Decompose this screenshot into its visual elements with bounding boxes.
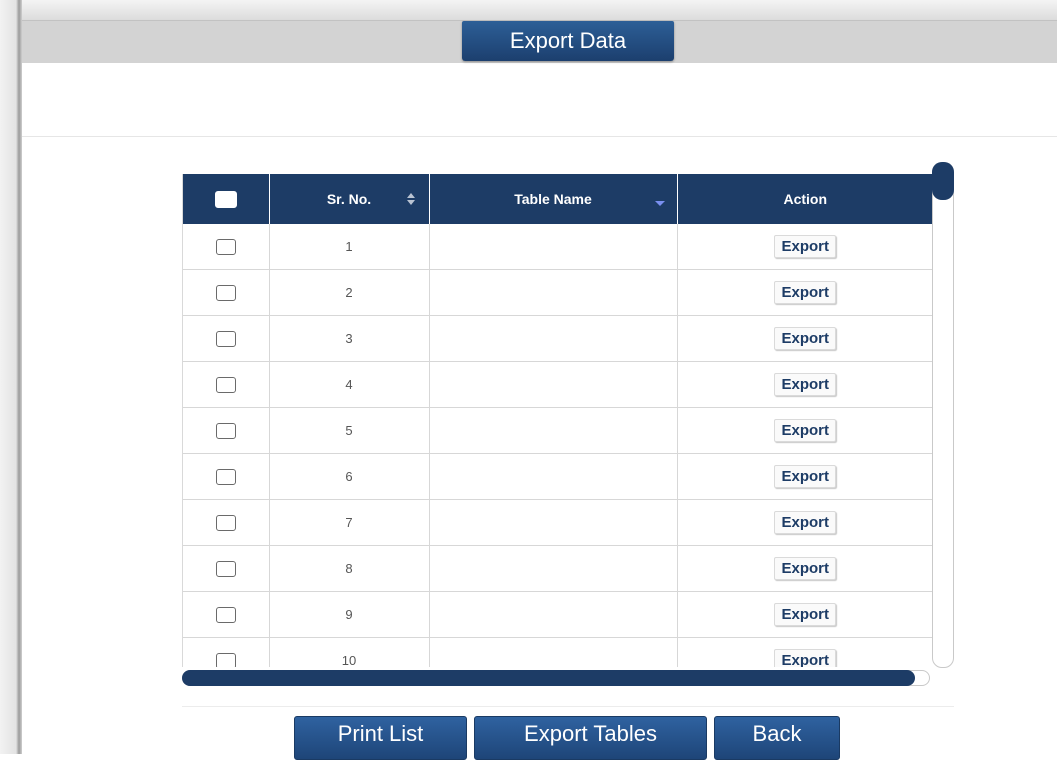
sr-no-header[interactable]: Sr. No.: [269, 174, 430, 224]
back-button[interactable]: Back: [714, 716, 840, 760]
table-name-cell: [429, 407, 678, 454]
header-divider: [22, 136, 1057, 137]
export-button[interactable]: Export: [774, 235, 836, 258]
footer-divider: [182, 706, 954, 707]
sort-both-icon[interactable]: [406, 193, 415, 205]
table-row: 1 Export: [183, 224, 933, 270]
table-row: 6 Export: [183, 453, 933, 500]
sr-no-cell: 9: [269, 591, 430, 638]
select-all-checkbox[interactable]: [214, 190, 237, 208]
action-cell: Export: [677, 453, 933, 500]
table-row: 10 Export: [183, 637, 933, 667]
row-select-cell[interactable]: [183, 361, 270, 408]
row-checkbox[interactable]: [215, 606, 236, 623]
export-button[interactable]: Export: [774, 557, 836, 580]
row-select-cell[interactable]: [183, 545, 270, 592]
window-frame-top: [0, 0, 1057, 20]
table-row: 2 Export: [183, 269, 933, 316]
table-name-cell: [429, 224, 678, 270]
row-select-cell[interactable]: [183, 407, 270, 454]
export-button[interactable]: Export: [774, 649, 836, 667]
export-button[interactable]: Export: [774, 373, 836, 396]
table-container: Sr. No. Table Name Action 1 Export 2 Export…: [182, 174, 933, 667]
action-cell: Export: [677, 407, 933, 454]
action-cell: Export: [677, 361, 933, 408]
sort-desc-icon[interactable]: [654, 201, 665, 206]
row-select-cell[interactable]: [183, 499, 270, 546]
table-name-cell: [429, 453, 678, 500]
table-name-header[interactable]: Table Name: [429, 174, 678, 224]
table-name-cell: [429, 591, 678, 638]
action-cell: Export: [677, 315, 933, 362]
action-header: Action: [677, 174, 933, 224]
table-header-row: Sr. No. Table Name Action: [183, 174, 933, 224]
export-tables-button[interactable]: Export Tables: [474, 716, 707, 760]
export-button[interactable]: Export: [774, 465, 836, 488]
row-checkbox[interactable]: [215, 422, 236, 439]
table-row: 4 Export: [183, 361, 933, 408]
vertical-scroll-thumb[interactable]: [932, 162, 954, 200]
table-name-cell: [429, 499, 678, 546]
sr-no-cell: 7: [269, 499, 430, 546]
sr-no-header-label: Sr. No.: [326, 191, 372, 207]
sr-no-cell: 4: [269, 361, 430, 408]
table-row: 9 Export: [183, 591, 933, 638]
row-select-cell[interactable]: [183, 315, 270, 362]
table-body: 1 Export 2 Export 3 Export 4 Export 5 Export 6 Expo…: [183, 224, 933, 667]
row-checkbox[interactable]: [215, 514, 236, 531]
row-checkbox[interactable]: [215, 652, 236, 667]
sr-no-cell: 8: [269, 545, 430, 592]
action-cell: Export: [677, 499, 933, 546]
select-all-header[interactable]: [183, 174, 270, 224]
row-checkbox[interactable]: [215, 560, 236, 577]
table-name-header-label: Table Name: [514, 191, 592, 207]
row-checkbox[interactable]: [215, 284, 236, 301]
export-button[interactable]: Export: [774, 511, 836, 534]
sr-no-cell: 5: [269, 407, 430, 454]
row-select-cell[interactable]: [183, 269, 270, 316]
window-frame-left: [0, 0, 22, 754]
horizontal-scroll-thumb[interactable]: [182, 670, 915, 686]
row-checkbox[interactable]: [215, 376, 236, 393]
export-button[interactable]: Export: [774, 281, 836, 304]
table-row: 8 Export: [183, 545, 933, 592]
action-cell: Export: [677, 269, 933, 316]
horizontal-scrollbar[interactable]: [182, 670, 930, 686]
action-cell: Export: [677, 637, 933, 667]
action-cell: Export: [677, 591, 933, 638]
table-name-cell: [429, 637, 678, 667]
table-row: 5 Export: [183, 407, 933, 454]
sr-no-cell: 1: [269, 224, 430, 270]
table-row: 3 Export: [183, 315, 933, 362]
table-name-cell: [429, 545, 678, 592]
vertical-scrollbar[interactable]: [932, 162, 954, 668]
sr-no-cell: 10: [269, 637, 430, 667]
table-name-cell: [429, 315, 678, 362]
row-checkbox[interactable]: [215, 238, 236, 255]
row-select-cell[interactable]: [183, 591, 270, 638]
export-button[interactable]: Export: [774, 419, 836, 442]
print-list-button[interactable]: Print List: [294, 716, 467, 760]
sr-no-cell: 2: [269, 269, 430, 316]
export-button[interactable]: Export: [774, 327, 836, 350]
action-cell: Export: [677, 545, 933, 592]
row-checkbox[interactable]: [215, 330, 236, 347]
row-checkbox[interactable]: [215, 468, 236, 485]
data-table: Sr. No. Table Name Action 1 Export 2 Export…: [183, 174, 933, 667]
sr-no-cell: 6: [269, 453, 430, 500]
table-row: 7 Export: [183, 499, 933, 546]
sr-no-cell: 3: [269, 315, 430, 362]
row-select-cell[interactable]: [183, 224, 270, 270]
row-select-cell[interactable]: [183, 453, 270, 500]
page-title: Export Data: [462, 21, 674, 61]
table-name-cell: [429, 361, 678, 408]
export-button[interactable]: Export: [774, 603, 836, 626]
action-header-label: Action: [783, 191, 828, 207]
row-select-cell[interactable]: [183, 637, 270, 667]
table-name-cell: [429, 269, 678, 316]
action-cell: Export: [677, 224, 933, 270]
